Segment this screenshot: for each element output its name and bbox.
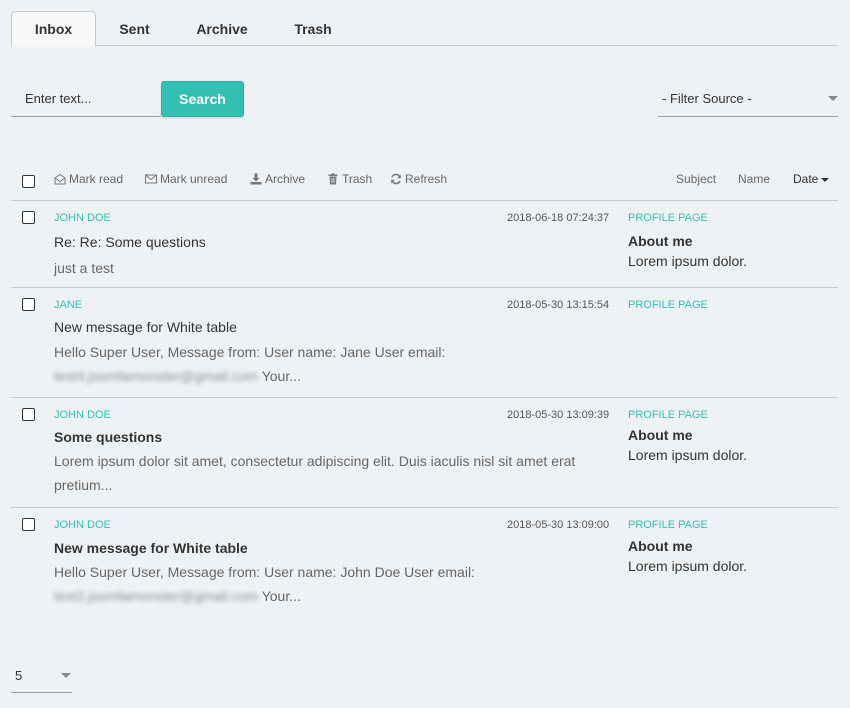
- message-row[interactable]: JOHN DOE 2018-05-30 13:09:00 New message…: [11, 508, 838, 616]
- message-preview-text: Lorem ipsum dolor sit amet, consectetur …: [54, 453, 576, 493]
- message-preview-text: just a test: [54, 260, 114, 276]
- source-link[interactable]: PROFILE PAGE: [628, 409, 708, 421]
- message-checkbox[interactable]: [22, 211, 35, 224]
- message-row[interactable]: JANE 2018-05-30 13:15:54 New message for…: [11, 288, 838, 398]
- tab-sent[interactable]: Sent: [103, 11, 166, 46]
- trash-button[interactable]: Trash: [327, 172, 372, 186]
- source-text: Lorem ipsum dolor.: [628, 253, 748, 269]
- source-link[interactable]: PROFILE PAGE: [628, 519, 708, 531]
- refresh-icon: [391, 173, 401, 185]
- archive-button[interactable]: Archive: [250, 172, 305, 186]
- message-preview-text: Hello Super User, Message from: User nam…: [54, 344, 446, 360]
- message-preview: just a test: [54, 256, 584, 280]
- envelope-icon: [145, 174, 157, 184]
- search-input[interactable]: [11, 81, 161, 117]
- source-title: About me: [628, 538, 693, 554]
- mark-read-label: Mark read: [69, 172, 124, 186]
- message-checkbox[interactable]: [22, 408, 35, 421]
- message-checkbox[interactable]: [22, 298, 35, 311]
- per-page-value: 5: [15, 667, 23, 683]
- caret-down-icon: [821, 177, 830, 182]
- message-date: 2018-05-30 13:09:00: [507, 519, 610, 531]
- envelope-open-icon: [54, 173, 66, 185]
- tab-archive[interactable]: Archive: [187, 11, 257, 46]
- message-subject[interactable]: Re: Re: Some questions: [54, 234, 206, 250]
- mailbox-tabs: Inbox Sent Archive Trash: [11, 11, 838, 47]
- tab-trash[interactable]: Trash: [283, 11, 343, 46]
- message-subject[interactable]: Some questions: [54, 429, 162, 445]
- message-row[interactable]: JOHN DOE 2018-06-18 07:24:37 Re: Re: Som…: [11, 201, 838, 288]
- chevron-down-icon: [61, 673, 71, 678]
- search-button[interactable]: Search: [161, 81, 244, 117]
- message-preview-email: test2.joomlamonster@gmail.com: [54, 588, 259, 604]
- message-row[interactable]: JOHN DOE 2018-05-30 13:09:39 Some questi…: [11, 398, 838, 508]
- refresh-label: Refresh: [405, 172, 448, 186]
- tab-inbox[interactable]: Inbox: [11, 11, 96, 47]
- source-title: About me: [628, 427, 693, 443]
- source-title: About me: [628, 233, 693, 249]
- sort-name[interactable]: Name: [738, 172, 770, 186]
- select-all-checkbox[interactable]: [22, 175, 35, 188]
- message-preview-tail: Your...: [261, 368, 301, 384]
- mark-read-button[interactable]: Mark read: [54, 172, 123, 186]
- source-link[interactable]: PROFILE PAGE: [628, 299, 708, 311]
- message-toolbar: Mark read Mark unread Archive Trash Refr…: [11, 162, 838, 201]
- source-link[interactable]: PROFILE PAGE: [628, 212, 708, 224]
- refresh-button[interactable]: Refresh: [390, 172, 447, 186]
- archive-label: Archive: [265, 172, 306, 186]
- message-sender[interactable]: JOHN DOE: [54, 519, 111, 531]
- message-checkbox[interactable]: [22, 518, 35, 531]
- message-date: 2018-06-18 07:24:37: [507, 212, 610, 224]
- message-preview-text: Hello Super User, Message from: User nam…: [54, 564, 475, 580]
- filter-source-select[interactable]: - Filter Source -: [658, 81, 838, 117]
- message-subject[interactable]: New message for White table: [54, 319, 237, 335]
- mark-unread-button[interactable]: Mark unread: [145, 172, 227, 186]
- mark-unread-label: Mark unread: [160, 172, 228, 186]
- filter-source-value: - Filter Source -: [662, 91, 752, 106]
- sort-date[interactable]: Date: [793, 172, 830, 186]
- message-preview: Lorem ipsum dolor sit amet, consectetur …: [54, 449, 584, 497]
- message-date: 2018-05-30 13:09:39: [507, 409, 610, 421]
- message-preview: Hello Super User, Message from: User nam…: [54, 560, 584, 608]
- trash-icon: [328, 173, 338, 185]
- sort-subject[interactable]: Subject: [676, 172, 716, 186]
- trash-label: Trash: [342, 172, 373, 186]
- message-sender[interactable]: JOHN DOE: [54, 409, 111, 421]
- per-page-select[interactable]: 5: [11, 658, 72, 693]
- message-date: 2018-05-30 13:15:54: [507, 299, 610, 311]
- source-text: Lorem ipsum dolor.: [628, 558, 748, 574]
- message-preview: Hello Super User, Message from: User nam…: [54, 340, 584, 388]
- sort-date-label: Date: [793, 172, 819, 186]
- message-preview-tail: Your...: [261, 588, 301, 604]
- message-sender[interactable]: JANE: [54, 299, 82, 311]
- chevron-down-icon: [828, 96, 838, 101]
- message-preview-email: test4.joomlamonster@gmail.com: [54, 368, 259, 384]
- download-icon: [250, 173, 262, 185]
- message-sender[interactable]: JOHN DOE: [54, 212, 111, 224]
- message-subject[interactable]: New message for White table: [54, 540, 248, 556]
- source-text: Lorem ipsum dolor.: [628, 447, 748, 463]
